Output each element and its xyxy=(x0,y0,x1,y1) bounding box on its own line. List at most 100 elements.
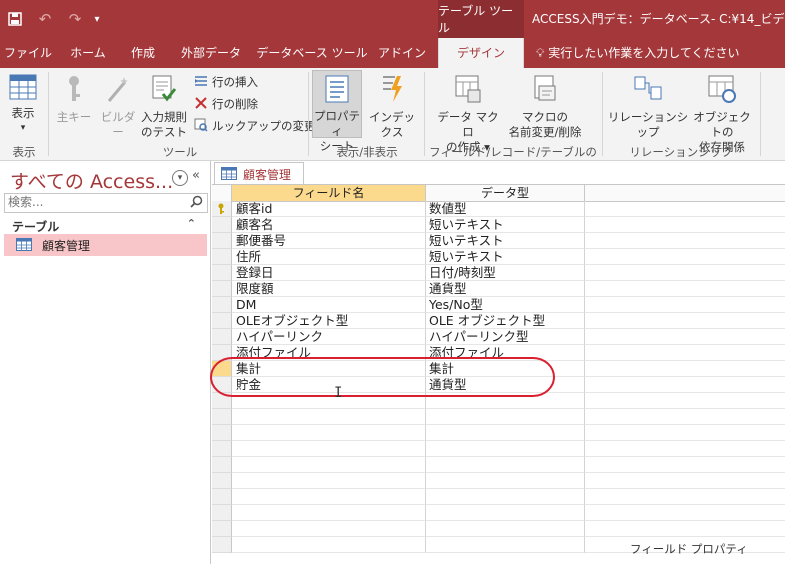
tab-file[interactable]: ファイル xyxy=(0,38,56,68)
description-cell[interactable] xyxy=(585,425,785,441)
description-cell[interactable] xyxy=(585,473,785,489)
search-input[interactable] xyxy=(5,194,178,210)
description-cell[interactable] xyxy=(585,217,785,233)
field-name-cell[interactable] xyxy=(232,409,426,425)
description-cell[interactable] xyxy=(585,297,785,313)
field-name-cell[interactable] xyxy=(232,393,426,409)
row-selector[interactable] xyxy=(212,521,232,537)
field-name-cell[interactable] xyxy=(232,489,426,505)
data-type-cell[interactable]: 短いテキスト xyxy=(426,217,585,233)
data-type-cell[interactable]: 数値型 xyxy=(426,201,585,217)
table-row[interactable]: 住所 短いテキスト xyxy=(212,249,785,265)
row-selector[interactable] xyxy=(212,249,232,265)
field-name-cell[interactable] xyxy=(232,457,426,473)
empty-row[interactable] xyxy=(212,409,785,425)
empty-row[interactable] xyxy=(212,473,785,489)
field-name-cell[interactable] xyxy=(232,505,426,521)
tab-database-tools[interactable]: データベース ツール xyxy=(256,38,368,68)
primary-key-button[interactable]: 主キー xyxy=(54,74,94,125)
data-type-cell[interactable] xyxy=(426,489,585,505)
field-name-cell[interactable]: 貯金 xyxy=(232,377,426,393)
nav-item-customer-table[interactable]: 顧客管理 xyxy=(4,234,207,256)
collapse-pane-icon[interactable]: « xyxy=(192,168,200,183)
field-name-cell[interactable] xyxy=(232,521,426,537)
view-button[interactable]: 表示 ▾ xyxy=(4,74,42,136)
description-cell[interactable] xyxy=(585,249,785,265)
row-selector[interactable] xyxy=(212,313,232,329)
description-cell[interactable] xyxy=(585,233,785,249)
empty-row[interactable] xyxy=(212,489,785,505)
data-type-cell[interactable] xyxy=(426,393,585,409)
save-icon[interactable] xyxy=(0,0,30,38)
empty-row[interactable] xyxy=(212,441,785,457)
column-header-data-type[interactable]: データ型 xyxy=(426,185,585,202)
row-selector[interactable] xyxy=(212,409,232,425)
field-name-cell[interactable]: 登録日 xyxy=(232,265,426,281)
description-cell[interactable] xyxy=(585,377,785,393)
data-type-cell[interactable]: 短いテキスト xyxy=(426,249,585,265)
insert-rows-button[interactable]: 行の挿入 xyxy=(194,72,258,92)
row-selector[interactable] xyxy=(212,377,232,393)
row-selector[interactable] xyxy=(212,233,232,249)
nav-header[interactable]: すべての Access... ▾ « xyxy=(4,165,208,193)
tab-create[interactable]: 作成 xyxy=(120,38,166,68)
description-cell[interactable] xyxy=(585,281,785,297)
field-name-cell[interactable] xyxy=(232,441,426,457)
description-cell[interactable] xyxy=(585,489,785,505)
row-selector[interactable] xyxy=(212,489,232,505)
field-name-cell[interactable]: 限度額 xyxy=(232,281,426,297)
data-type-cell[interactable]: Yes/No型 xyxy=(426,297,585,313)
column-header-field-name[interactable]: フィールド名 xyxy=(232,185,426,202)
data-type-cell[interactable]: ハイパーリンク型 xyxy=(426,329,585,345)
empty-row[interactable] xyxy=(212,425,785,441)
redo-icon[interactable]: ↷ xyxy=(60,0,90,38)
table-row[interactable]: DM Yes/No型 xyxy=(212,297,785,313)
data-type-cell[interactable] xyxy=(426,537,585,553)
nav-group-tables[interactable]: テーブル ⌃ xyxy=(4,216,206,236)
data-type-cell[interactable]: 通貨型 xyxy=(426,377,585,393)
field-name-cell[interactable]: 住所 xyxy=(232,249,426,265)
description-cell[interactable] xyxy=(585,521,785,537)
data-type-cell[interactable] xyxy=(426,425,585,441)
data-type-cell[interactable] xyxy=(426,521,585,537)
table-row[interactable]: 登録日 日付/時刻型 xyxy=(212,265,785,281)
row-selector[interactable] xyxy=(212,441,232,457)
row-selector[interactable] xyxy=(212,537,232,553)
row-selector[interactable] xyxy=(212,393,232,409)
data-type-cell[interactable] xyxy=(426,457,585,473)
data-type-cell[interactable]: 短いテキスト xyxy=(426,233,585,249)
empty-row[interactable] xyxy=(212,457,785,473)
tab-design[interactable]: デザイン xyxy=(438,38,524,68)
create-data-macros-button[interactable]: データ マクロ の作成 ▾ xyxy=(436,74,500,155)
table-row[interactable]: 集計 集計 xyxy=(212,361,785,377)
field-name-cell[interactable]: ハイパーリンク xyxy=(232,329,426,345)
rename-delete-macro-button[interactable]: マクロの 名前変更/削除 xyxy=(500,74,590,140)
customize-qat-icon[interactable]: ▾ xyxy=(90,0,104,38)
data-type-cell[interactable]: 添付ファイル xyxy=(426,345,585,361)
undo-icon[interactable]: ↶ xyxy=(30,0,60,38)
document-tab-customer[interactable]: 顧客管理 xyxy=(214,162,304,185)
field-name-cell[interactable]: 顧客id xyxy=(232,201,426,217)
description-cell[interactable] xyxy=(585,361,785,377)
field-name-cell[interactable] xyxy=(232,425,426,441)
search-icon[interactable] xyxy=(190,195,203,211)
row-selector[interactable] xyxy=(212,505,232,521)
data-type-cell[interactable] xyxy=(426,473,585,489)
description-cell[interactable] xyxy=(585,393,785,409)
field-name-cell[interactable]: 顧客名 xyxy=(232,217,426,233)
row-selector[interactable] xyxy=(212,297,232,313)
data-type-cell[interactable]: 通貨型 xyxy=(426,281,585,297)
collapse-group-icon[interactable]: ⌃ xyxy=(187,217,196,230)
description-cell[interactable] xyxy=(585,329,785,345)
description-cell[interactable] xyxy=(585,505,785,521)
table-row[interactable]: 郵便番号 短いテキスト xyxy=(212,233,785,249)
row-selector[interactable] xyxy=(212,425,232,441)
field-name-cell[interactable]: OLEオブジェクト型 xyxy=(232,313,426,329)
row-selector[interactable] xyxy=(212,457,232,473)
data-type-cell[interactable] xyxy=(426,409,585,425)
description-cell[interactable] xyxy=(585,265,785,281)
field-name-cell[interactable] xyxy=(232,473,426,489)
row-selector[interactable] xyxy=(212,281,232,297)
field-name-cell[interactable]: 郵便番号 xyxy=(232,233,426,249)
modify-lookups-button[interactable]: ルックアップの変更 xyxy=(194,116,316,136)
